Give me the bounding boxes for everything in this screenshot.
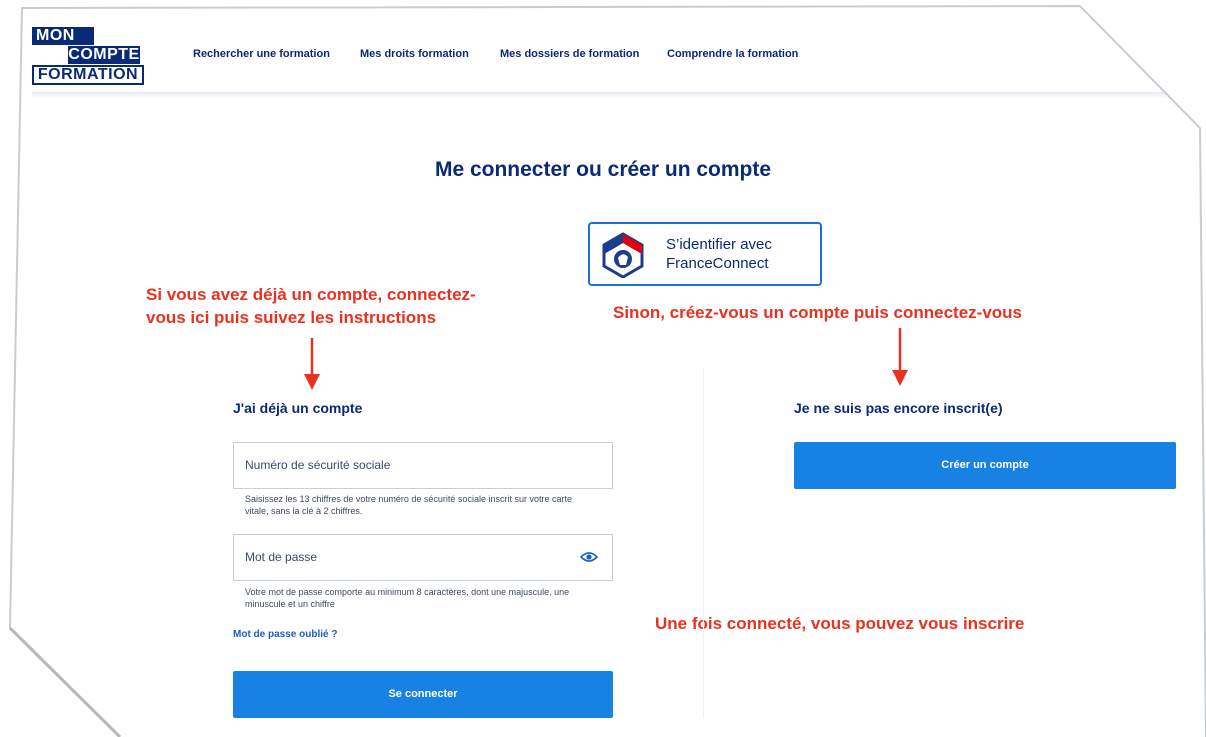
column-divider — [703, 368, 704, 718]
forgot-password-link[interactable]: Mot de passe oublié ? — [233, 629, 337, 640]
nav-item-comprendre[interactable]: Comprendre la formation — [667, 48, 798, 60]
franceconnect-button[interactable]: S’identifier avec FranceConnect — [588, 222, 822, 286]
nav-item-droits[interactable]: Mes droits formation — [360, 48, 469, 60]
annotation-right: Sinon, créez-vous un compte puis connect… — [613, 303, 1023, 322]
mon-compte-formation-logo[interactable]: MON COMPTE FORMATION — [32, 27, 144, 85]
franceconnect-line-1: S’identifier avec — [666, 236, 772, 253]
nav-item-rechercher[interactable]: Rechercher une formation — [193, 48, 330, 60]
annotation-left-line-2: vous ici puis suivez les instructions — [146, 308, 437, 327]
logo-line-3: FORMATION — [32, 65, 144, 85]
page-title: Me connecter ou créer un compte — [434, 158, 772, 181]
create-account-button[interactable]: Créer un compte — [794, 442, 1176, 489]
ssn-placeholder: Numéro de sécurité sociale — [245, 458, 391, 472]
logo-line-2: COMPTE — [68, 46, 140, 64]
password-hint-line-2: minuscule et un chiffre — [245, 599, 335, 609]
register-heading: Je ne suis pas encore inscrit(e) — [794, 400, 1003, 416]
logo-line-1: MON — [32, 27, 94, 45]
annotation-left-line-1: Si vous avez déjà un compte, connectez- — [146, 285, 476, 304]
login-heading: J'ai déjà un compte — [233, 400, 363, 416]
arrow-down-icon — [892, 328, 908, 386]
password-placeholder: Mot de passe — [245, 550, 318, 564]
franceconnect-text: S’identifier avec FranceConnect — [666, 235, 772, 273]
annotation-left: Si vous avez déjà un compte, connectez- … — [146, 283, 476, 329]
eye-icon[interactable] — [580, 550, 598, 564]
page-sheet: MON COMPTE FORMATION Rechercher une form… — [10, 6, 1206, 737]
ssn-input[interactable]: Numéro de sécurité sociale — [233, 442, 613, 489]
nav-item-dossiers[interactable]: Mes dossiers de formation — [500, 48, 639, 60]
login-button[interactable]: Se connecter — [233, 671, 613, 718]
password-hint: Votre mot de passe comporte au minimum 8… — [245, 586, 605, 610]
ssn-hint-line-1: Saisissez les 13 chiffres de votre numér… — [245, 494, 572, 504]
ssn-hint-line-2: vitale, sans la clé à 2 chiffres. — [245, 506, 363, 516]
password-hint-line-1: Votre mot de passe comporte au minimum 8… — [245, 587, 570, 597]
franceconnect-logo — [602, 232, 644, 278]
arrow-down-icon — [304, 338, 320, 390]
annotation-bottom: Une fois connecté, vous pouvez vous insc… — [655, 614, 1025, 633]
header-divider — [32, 92, 1172, 98]
ssn-hint: Saisissez les 13 chiffres de votre numér… — [245, 493, 605, 517]
franceconnect-line-2: FranceConnect — [666, 255, 769, 272]
password-input[interactable]: Mot de passe — [233, 534, 613, 581]
